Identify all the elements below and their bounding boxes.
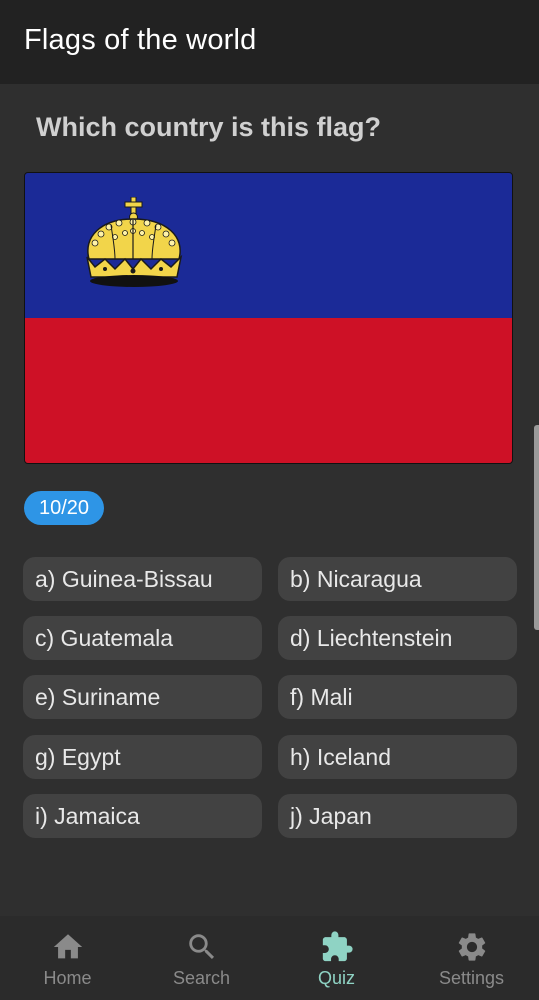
option-d-button[interactable]: d) Liechtenstein [278, 616, 517, 660]
nav-settings[interactable]: Settings [404, 916, 539, 1000]
flag-red-stripe [25, 318, 512, 463]
flag-image [24, 172, 513, 464]
option-e-button[interactable]: e) Suriname [23, 675, 262, 719]
crown-icon [86, 197, 183, 287]
nav-settings-label: Settings [438, 968, 505, 988]
option-h-button[interactable]: h) Iceland [278, 735, 517, 779]
home-icon [53, 934, 82, 959]
progress-badge: 10/20 [24, 491, 104, 525]
nav-home[interactable]: Home [0, 916, 135, 1000]
option-j-button[interactable]: j) Japan [278, 794, 517, 838]
option-g-button[interactable]: g) Egypt [23, 735, 262, 779]
nav-search[interactable]: Search [134, 916, 269, 1000]
option-a-button[interactable]: a) Guinea-Bissau [23, 557, 262, 601]
scrollbar-thumb[interactable] [534, 425, 539, 630]
nav-quiz[interactable]: Quiz [269, 916, 404, 1000]
search-icon [188, 934, 214, 960]
nav-home-label: Home [43, 968, 92, 988]
app-bar: Flags of the world [0, 0, 539, 84]
gear-icon [458, 933, 485, 961]
question-text: Which country is this flag? [36, 112, 382, 142]
option-c-button[interactable]: c) Guatemala [23, 616, 262, 660]
option-i-button[interactable]: i) Jamaica [23, 794, 262, 838]
option-f-button[interactable]: f) Mali [278, 675, 517, 719]
nav-quiz-label: Quiz [317, 968, 355, 988]
nav-search-label: Search [172, 968, 231, 988]
puzzle-icon [322, 931, 353, 962]
app-title: Flags of the world [24, 24, 257, 56]
bottom-navigation: Home Search Quiz Settings [0, 916, 539, 1000]
option-b-button[interactable]: b) Nicaragua [278, 557, 517, 601]
